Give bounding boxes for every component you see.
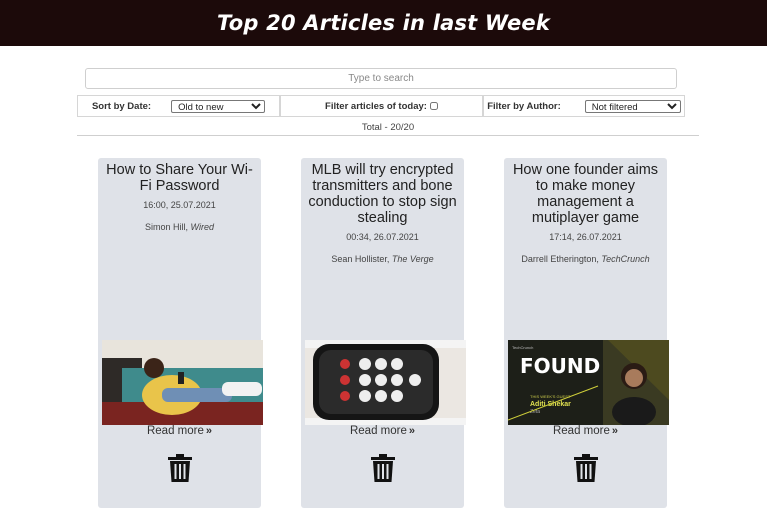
article-image-person-on-couch <box>102 340 263 425</box>
article-title: MLB will try encrypted transmitters and … <box>308 162 457 226</box>
article-source: Wired <box>190 222 214 232</box>
total-count: Total - 20/20 <box>361 122 415 133</box>
article-source: TechCrunch <box>601 254 650 264</box>
article-datetime: 00:34, 26.07.2021 <box>346 232 419 242</box>
article-datetime: 17:14, 26.07.2021 <box>549 232 622 242</box>
article-datetime: 16:00, 25.07.2021 <box>143 200 216 210</box>
today-filter-checkbox[interactable] <box>429 102 438 110</box>
article-card: How one founder aims to make money manag… <box>504 158 669 508</box>
trash-icon[interactable] <box>574 454 598 482</box>
article-author: Sean Hollister, <box>331 254 390 264</box>
author-filter-select[interactable]: Not filtered <box>584 99 681 113</box>
sort-by-date-select[interactable]: Old to new <box>171 99 266 113</box>
search-input[interactable] <box>85 68 677 89</box>
read-more-label: Read more <box>146 425 204 437</box>
article-byline: Darrell Etherington, TechCrunch <box>504 254 667 264</box>
image-brand-text: TechCrunch <box>512 345 533 350</box>
article-source: The Verge <box>391 254 434 264</box>
article-byline: Simon Hill, Wired <box>98 222 261 232</box>
divider <box>77 135 699 136</box>
filter-bar: Sort by Date: Old to new Filter articles… <box>77 95 685 117</box>
article-author: Simon Hill, <box>145 222 189 232</box>
article-image-keypad-transmitter <box>305 340 466 425</box>
double-chevron-right-icon: » <box>611 425 618 437</box>
author-filter: Filter by Author: Not filtered <box>483 95 685 117</box>
read-more-label: Read more <box>552 425 610 437</box>
double-chevron-right-icon: » <box>205 425 212 437</box>
article-title: How to Share Your Wi-Fi Password <box>106 162 253 194</box>
read-more-label: Read more <box>349 425 407 437</box>
article-card: MLB will try encrypted transmitters and … <box>301 158 466 508</box>
read-more-link[interactable]: Read more» <box>301 425 464 437</box>
trash-icon[interactable] <box>371 454 395 482</box>
read-more-link[interactable]: Read more» <box>98 425 261 437</box>
image-guest-name: Aditi Shekar <box>530 401 571 408</box>
article-title: How one founder aims to make money manag… <box>512 162 659 226</box>
article-author: Darrell Etherington, <box>521 254 599 264</box>
author-filter-label: Filter by Author: <box>487 100 561 112</box>
article-card: How to Share Your Wi-Fi Password 16:00, … <box>98 158 263 508</box>
article-image-found-podcast: TechCrunch FOUND THIS WEEK'S GUEST Aditi… <box>508 340 669 425</box>
article-byline: Sean Hollister, The Verge <box>301 254 464 264</box>
trash-icon[interactable] <box>168 454 192 482</box>
today-filter: Filter articles of today: <box>280 95 483 117</box>
page-title: Top 20 Articles in last Week <box>216 11 551 35</box>
today-filter-label: Filter articles of today: <box>325 100 427 112</box>
read-more-link[interactable]: Read more» <box>504 425 667 437</box>
double-chevron-right-icon: » <box>408 425 415 437</box>
sort-by-date-label: Sort by Date: <box>91 100 152 112</box>
sort-by-date-filter: Sort by Date: Old to new <box>77 95 280 117</box>
page-header: Top 20 Articles in last Week <box>0 0 767 46</box>
image-found-text: FOUND <box>520 354 600 378</box>
